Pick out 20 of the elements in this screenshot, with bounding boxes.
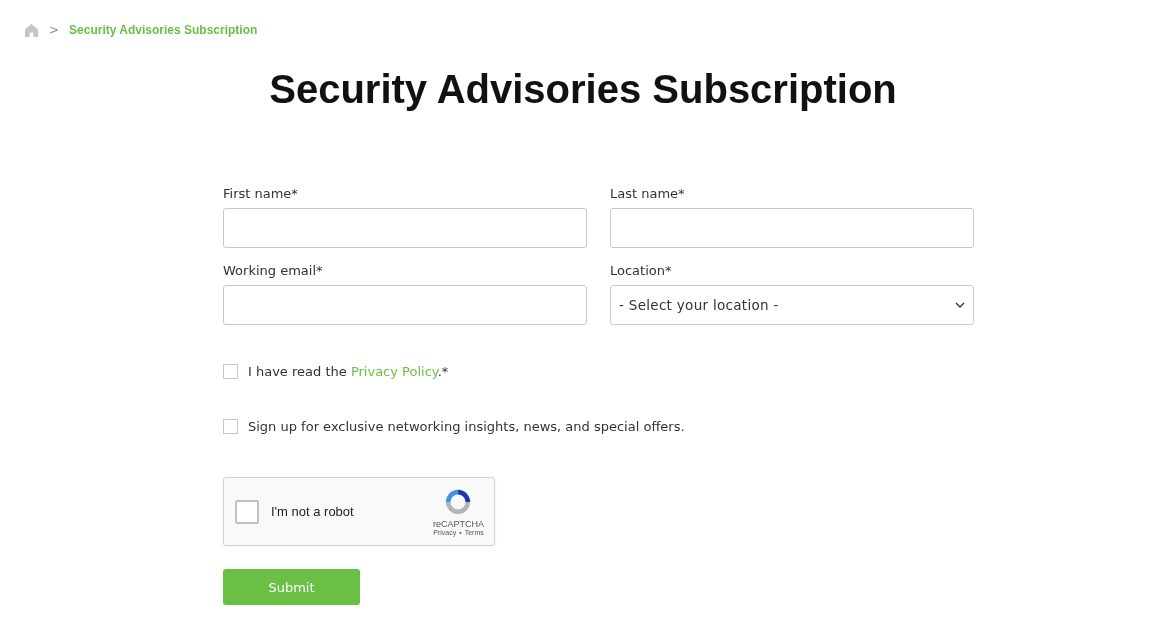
- checkbox[interactable]: [223, 418, 238, 434]
- checkbox[interactable]: [223, 363, 238, 379]
- page-title: Security Advisories Subscription: [268, 66, 898, 112]
- recaptcha-brand: reCAPTCHA: [433, 519, 484, 529]
- input-field[interactable]: [610, 208, 974, 248]
- checkbox-label: I have read the Privacy Policy.*: [248, 363, 449, 379]
- location-dropdown[interactable]: - Select your location -: [610, 285, 974, 325]
- home-icon[interactable]: [24, 22, 39, 38]
- chevron-down-icon: [955, 302, 965, 308]
- field-label: Last name*: [610, 186, 686, 202]
- input-field[interactable]: [223, 208, 587, 248]
- captcha-label: I'm not a robot: [271, 504, 355, 519]
- field-label: Working email*: [223, 263, 324, 279]
- field-label: First name*: [223, 186, 299, 202]
- captcha-checkbox[interactable]: [235, 499, 259, 524]
- input-field[interactable]: [223, 285, 587, 325]
- breadcrumb-current: Security Advisories Subscription: [69, 23, 258, 37]
- breadcrumb-separator: >: [49, 23, 60, 37]
- checkbox-label: Sign up for exclusive networking insights, news, and special offers.: [248, 418, 685, 434]
- field-label: Location*: [610, 263, 673, 279]
